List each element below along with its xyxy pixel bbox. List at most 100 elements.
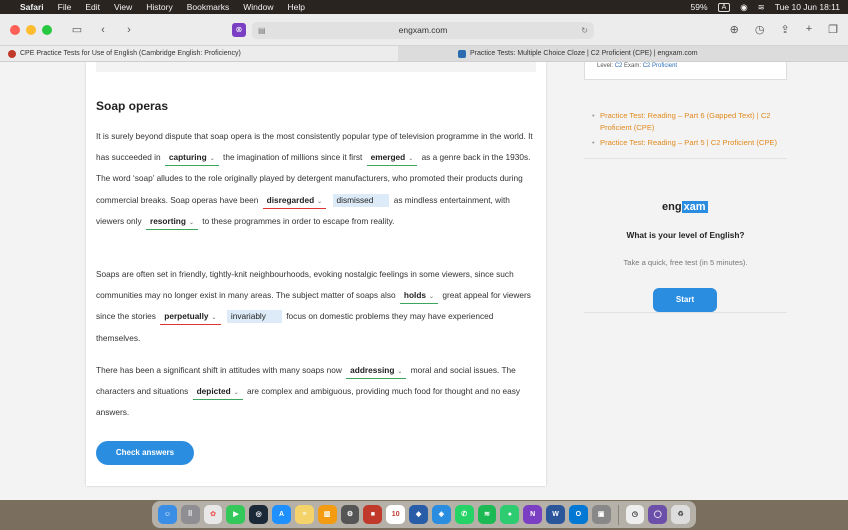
word-icon[interactable]: W: [546, 505, 565, 524]
forward-icon[interactable]: ›: [122, 24, 136, 36]
dock-separator: [617, 504, 619, 525]
sidebar-toggle-icon[interactable]: ▭: [70, 23, 84, 36]
spotify-icon[interactable]: ≋: [477, 505, 497, 524]
minimize-window-button[interactable]: [26, 24, 36, 35]
system-settings-icon[interactable]: ⚙: [340, 505, 360, 524]
tab-multiple-choice-cloze[interactable]: Practice Tests: Multiple Choice Cloze | …: [398, 46, 848, 61]
test-info-box: Level: C2 Exam: C2 Proficient: [584, 62, 787, 80]
gap-select-1[interactable]: capturing ⌄: [164, 151, 219, 167]
tab-title: CPE Practice Tests for Use of English (C…: [20, 50, 241, 57]
gap-select-3[interactable]: disregarded ⌄: [262, 194, 327, 209]
previous-section-strip: [96, 62, 536, 72]
text: to these programmes in order to escape f…: [202, 215, 395, 226]
new-tab-icon[interactable]: +: [806, 23, 812, 36]
notes-icon[interactable]: ≡: [294, 505, 314, 524]
menu-window[interactable]: Window: [243, 2, 273, 12]
gap-select-4[interactable]: resorting ⌄: [145, 215, 198, 230]
chevron-down-icon: ⌄: [317, 198, 323, 205]
paragraph-2: Soaps are often set in friendly, tightly…: [96, 264, 536, 349]
tab-cpe-tests[interactable]: CPE Practice Tests for Use of English (C…: [0, 46, 398, 61]
datetime-display[interactable]: Tue 10 Jun 18:11: [775, 2, 840, 12]
close-window-button[interactable]: [10, 24, 20, 35]
url-text: engxam.com: [398, 25, 448, 35]
onenote-icon[interactable]: N: [523, 505, 543, 524]
menu-file[interactable]: File: [58, 2, 72, 12]
app-icon[interactable]: ◆: [409, 505, 428, 524]
finder-icon[interactable]: ☺: [158, 505, 177, 524]
extension-icon[interactable]: ⊗: [232, 22, 246, 37]
gap-answer: depicted: [196, 386, 231, 397]
related-test-link[interactable]: Practice Test: Reading – Part 6 (Gapped …: [592, 110, 787, 133]
app-store-icon[interactable]: A: [272, 505, 291, 524]
photos-icon[interactable]: ✿: [203, 505, 223, 524]
logo-eng: eng: [662, 201, 682, 213]
clock-icon[interactable]: ◷: [625, 505, 645, 524]
back-icon[interactable]: ‹: [96, 24, 110, 36]
trash-icon[interactable]: ♻: [671, 505, 691, 524]
tab-title: Practice Tests: Multiple Choice Cloze | …: [470, 50, 698, 57]
whatsapp-icon[interactable]: ✆: [454, 505, 474, 524]
app-icon[interactable]: ◯: [648, 505, 668, 524]
browser-toolbar: ▭ ‹ › ⊗ ▤ engxam.com ↻ ⊕ ◷ ⇪ + ❐: [0, 14, 848, 46]
share-icon[interactable]: ⇪: [780, 23, 789, 36]
menu-bookmarks[interactable]: Bookmarks: [187, 2, 230, 12]
gap-select-8[interactable]: depicted ⌄: [192, 385, 243, 401]
address-bar[interactable]: ▤ engxam.com ↻: [252, 22, 594, 39]
chevron-down-icon: ⌄: [233, 390, 239, 397]
logo-xam: xam: [681, 201, 708, 213]
app-icon[interactable]: ●: [500, 505, 520, 524]
calendar-icon[interactable]: 10: [386, 505, 406, 524]
gap-select-5[interactable]: holds ⌄: [399, 289, 439, 305]
exam-value[interactable]: C2 Proficient: [643, 63, 677, 69]
outlook-icon[interactable]: O: [568, 505, 588, 524]
chevron-down-icon: ⌄: [397, 369, 403, 375]
check-answers-button[interactable]: Check answers: [96, 441, 194, 465]
preview-icon[interactable]: ▣: [591, 505, 611, 524]
tab-overview-icon[interactable]: ❐: [828, 23, 838, 36]
chevron-down-icon: ⌄: [429, 294, 435, 301]
exam-label: Exam:: [624, 63, 642, 69]
chevron-down-icon: ⌄: [209, 156, 215, 163]
gap-answer: perpetually: [164, 311, 209, 322]
gap-select-6[interactable]: perpetually ⌄: [160, 310, 221, 326]
paragraph-3: There has been a significant shift in at…: [96, 360, 536, 424]
input-source-indicator[interactable]: A: [717, 2, 731, 12]
control-center-icon[interactable]: ◉: [740, 2, 747, 13]
gap-select-2[interactable]: emerged ⌄: [366, 151, 418, 167]
app-icon[interactable]: ■: [363, 505, 383, 524]
page-settings-icon[interactable]: ▤: [258, 22, 266, 39]
page-content: Soap operas It is surely beyond dispute …: [0, 62, 848, 500]
books-icon[interactable]: ▥: [317, 505, 337, 524]
gap-answer: emerged: [370, 152, 406, 163]
facetime-icon[interactable]: ▶: [226, 505, 246, 524]
battery-indicator[interactable]: 59%: [691, 2, 708, 12]
menu-history[interactable]: History: [146, 2, 172, 12]
safari-icon[interactable]: ◈: [431, 505, 451, 524]
menu-help[interactable]: Help: [287, 2, 304, 12]
zoom-window-button[interactable]: [42, 24, 52, 35]
menu-edit[interactable]: Edit: [85, 2, 100, 12]
reload-icon[interactable]: ↻: [581, 22, 588, 39]
level-question: What is your level of English?: [626, 230, 745, 240]
chevron-down-icon: ⌄: [211, 315, 217, 322]
text: There has been a significant shift in at…: [96, 365, 342, 375]
launchpad-icon[interactable]: ⠿: [180, 505, 200, 524]
correct-answer-3: dismissed: [332, 193, 390, 207]
related-test-link[interactable]: Practice Test: Reading – Part 5 | C2 Pro…: [592, 137, 787, 149]
chevron-down-icon: ⌄: [408, 156, 414, 163]
macos-menu-bar: Safari File Edit View History Bookmarks …: [0, 0, 848, 14]
gap-answer: disregarded: [266, 194, 315, 205]
site-favicon-icon: [8, 49, 16, 58]
tab-bar: CPE Practice Tests for Use of English (C…: [0, 46, 848, 62]
start-test-button[interactable]: Start: [653, 288, 717, 312]
menu-view[interactable]: View: [114, 2, 132, 12]
level-value[interactable]: C2: [615, 63, 623, 69]
downloads-icon[interactable]: ⊕: [730, 23, 739, 36]
paragraph-1: It is surely beyond dispute that soap op…: [96, 126, 536, 232]
exercise-card: Soap operas It is surely beyond dispute …: [86, 62, 546, 486]
gap-select-7[interactable]: addressing ⌄: [346, 364, 407, 379]
wifi-icon[interactable]: ≋: [758, 2, 765, 13]
history-icon[interactable]: ◷: [755, 23, 765, 36]
steam-icon[interactable]: ◎: [249, 505, 269, 524]
menu-app-name[interactable]: Safari: [20, 2, 44, 12]
